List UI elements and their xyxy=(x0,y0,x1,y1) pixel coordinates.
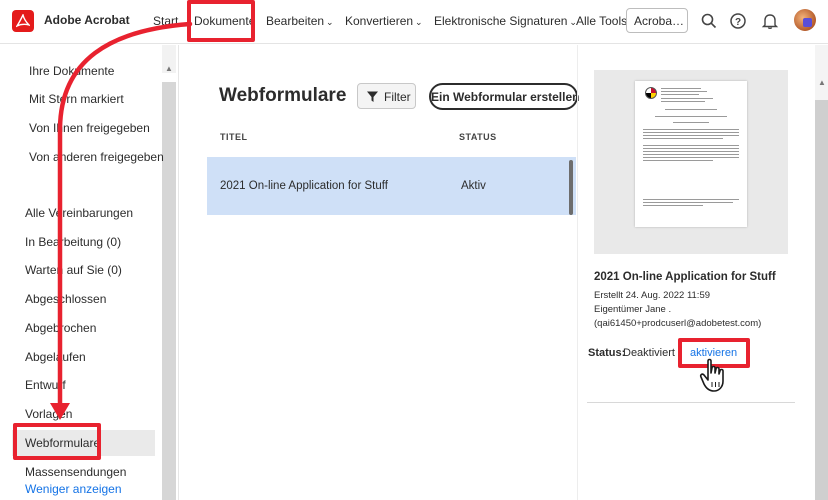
scroll-up-icon[interactable]: ▲ xyxy=(818,78,826,87)
column-header-title[interactable]: TITEL xyxy=(220,132,248,142)
sidebar-item-von-ihnen[interactable]: Von Ihnen freigegeben xyxy=(29,121,150,135)
detail-owner-email: (qai61450+prodcuserl@adobetest.com) xyxy=(594,318,762,329)
page-title: Webformulare xyxy=(219,85,347,106)
divider xyxy=(587,402,795,403)
divider xyxy=(178,45,179,500)
app-name: Adobe Acrobat xyxy=(44,13,130,27)
document-thumbnail xyxy=(635,81,747,227)
sidebar-item-vorlagen[interactable]: Vorlagen xyxy=(25,407,72,421)
table-row[interactable]: 2021 On-line Application for Stuff Aktiv xyxy=(207,157,576,215)
row-status: Aktiv xyxy=(461,180,486,192)
sidebar-item-mit-stern[interactable]: Mit Stern markiert xyxy=(29,92,124,106)
sidebar-item-massensendungen[interactable]: Massensendungen xyxy=(25,465,126,479)
filter-label: Filter xyxy=(384,90,411,104)
status-value: Deaktiviert xyxy=(623,347,675,359)
search-icon[interactable] xyxy=(700,12,718,30)
filter-button[interactable]: Filter xyxy=(357,83,416,109)
sidebar-item-in-bearbeitung[interactable]: In Bearbeitung (0) xyxy=(25,235,121,249)
nav-dokumente[interactable]: Dokumente xyxy=(194,14,255,28)
sidebar-item-entwurf[interactable]: Entwurf xyxy=(25,378,66,392)
list-scrollbar[interactable] xyxy=(569,160,573,215)
nav-alle-tools[interactable]: Alle Tools xyxy=(576,14,627,28)
sidebar-item-abgeschlossen[interactable]: Abgeschlossen xyxy=(25,292,106,306)
detail-created: Erstellt 24. Aug. 2022 11:59 xyxy=(594,290,711,301)
acrobat-button[interactable]: Acroba… xyxy=(626,8,688,33)
avatar-badge-icon xyxy=(803,18,812,27)
svg-text:?: ? xyxy=(735,17,741,28)
chevron-down-icon: ⌄ xyxy=(326,17,334,27)
nav-start[interactable]: Start xyxy=(153,14,178,28)
help-icon[interactable]: ? xyxy=(729,12,747,30)
nav-konvertieren[interactable]: Konvertieren ⌄ xyxy=(345,14,423,28)
nav-bearbeiten[interactable]: Bearbeiten ⌄ xyxy=(266,14,334,28)
show-less-link[interactable]: Weniger anzeigen xyxy=(25,482,122,496)
nav-signaturen[interactable]: Elektronische Signaturen ⌄ xyxy=(434,14,577,28)
column-header-status[interactable]: STATUS xyxy=(459,132,497,142)
sidebar-scrollbar[interactable] xyxy=(162,82,176,500)
acrobat-logo-icon[interactable] xyxy=(12,10,34,32)
sidebar-item-alle-vereinbarungen[interactable]: Alle Vereinbarungen xyxy=(25,206,133,220)
university-seal-icon xyxy=(645,87,657,99)
chevron-down-icon: ⌄ xyxy=(415,17,423,27)
sidebar-item-abgebrochen[interactable]: Abgebrochen xyxy=(25,321,96,335)
bell-icon[interactable] xyxy=(761,12,779,30)
sidebar-item-abgelaufen[interactable]: Abgelaufen xyxy=(25,350,86,364)
scroll-up-icon[interactable]: ▲ xyxy=(165,64,173,73)
avatar[interactable] xyxy=(794,9,816,31)
sidebar-item-webformulare[interactable]: Webformulare xyxy=(25,436,100,450)
status-label: Status: xyxy=(588,347,626,359)
top-bar: Adobe Acrobat Start Dokumente Bearbeiten… xyxy=(0,0,828,44)
detail-title: 2021 On-line Application for Stuff xyxy=(594,271,776,283)
detail-owner: Eigentümer Jane . xyxy=(594,304,672,315)
divider xyxy=(577,45,578,500)
create-webform-button[interactable]: Ein Webformular erstellen xyxy=(429,83,579,110)
sidebar-item-ihre-dokumente[interactable]: Ihre Dokumente xyxy=(29,64,114,78)
sidebar-item-warten-auf-sie[interactable]: Warten auf Sie (0) xyxy=(25,263,122,277)
filter-icon xyxy=(367,91,378,102)
row-title: 2021 On-line Application for Stuff xyxy=(220,180,388,192)
sidebar-item-von-anderen[interactable]: Von anderen freigegeben xyxy=(29,150,164,164)
panel-scrollbar[interactable] xyxy=(815,100,828,500)
hand-cursor-icon xyxy=(699,358,724,392)
